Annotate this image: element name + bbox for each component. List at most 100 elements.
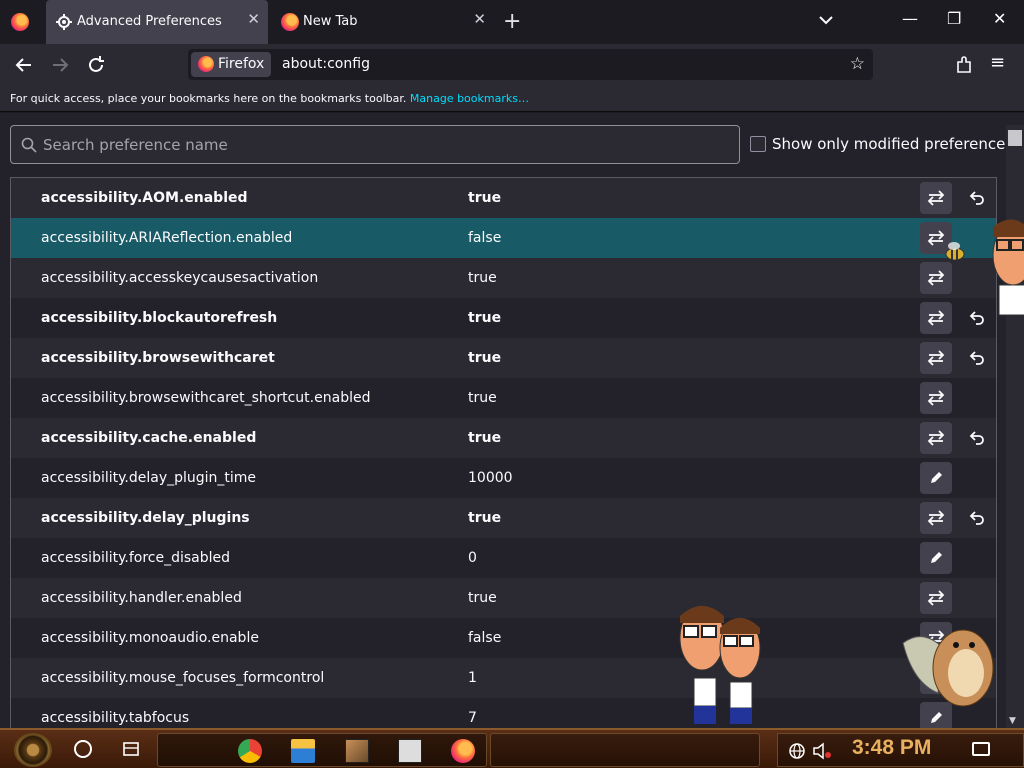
- tab-strip: Advanced Preferences ✕ New Tab ✕ + — ❐ ✕: [0, 0, 1024, 44]
- identity-box[interactable]: Firefox: [191, 52, 271, 77]
- toggle-arrows-icon: [927, 350, 945, 366]
- firefox-icon: [198, 56, 214, 72]
- scroll-down-arrow-icon[interactable]: ▼: [1009, 716, 1016, 726]
- extensions-icon[interactable]: [951, 52, 977, 78]
- speaker-muted-icon[interactable]: [812, 742, 832, 760]
- pref-row[interactable]: accessibility.browsewithcaret true: [11, 338, 996, 378]
- toggle-pref-button[interactable]: [920, 182, 952, 214]
- tab-new-tab[interactable]: New Tab ✕: [272, 0, 494, 44]
- toggle-pref-button[interactable]: [920, 302, 952, 334]
- minimize-button[interactable]: —: [902, 9, 918, 28]
- pref-row[interactable]: accessibility.blockautorefresh true: [11, 298, 996, 338]
- pref-name: accessibility.handler.enabled: [41, 590, 242, 606]
- notification-icon[interactable]: [972, 742, 990, 756]
- url-text[interactable]: about:config: [282, 56, 370, 72]
- toggle-pref-button[interactable]: [920, 502, 952, 534]
- url-bar[interactable]: Firefox about:config ☆: [188, 49, 873, 80]
- pref-row[interactable]: accessibility.tabfocus 7: [11, 698, 996, 728]
- pref-value: true: [468, 390, 497, 406]
- preferences-table: accessibility.AOM.enabled true accessibili…: [10, 177, 997, 728]
- pref-value: true: [468, 270, 497, 286]
- start-button[interactable]: [14, 733, 52, 767]
- toggle-pref-button[interactable]: [920, 342, 952, 374]
- search-icon: [21, 137, 37, 153]
- toggle-pref-button[interactable]: [920, 382, 952, 414]
- hamster-icon: [902, 629, 994, 707]
- reload-icon[interactable]: [83, 52, 109, 78]
- bookmark-star-icon[interactable]: ☆: [850, 54, 865, 74]
- pref-name: accessibility.accesskeycausesactivation: [41, 270, 319, 286]
- pref-row[interactable]: accessibility.accesskeycausesactivation t…: [11, 258, 996, 298]
- new-tab-button[interactable]: +: [503, 7, 521, 37]
- pref-row[interactable]: accessibility.mouse_focuses_formcontrol 1: [11, 658, 996, 698]
- game-icon[interactable]: [345, 739, 369, 763]
- pref-value: false: [468, 630, 502, 646]
- edit-pref-button[interactable]: [920, 542, 952, 574]
- scrollbar-thumb[interactable]: [1008, 130, 1022, 146]
- pref-value: true: [468, 310, 502, 326]
- pref-value: true: [468, 190, 502, 206]
- back-icon[interactable]: [11, 52, 37, 78]
- reset-pref-button[interactable]: [966, 188, 986, 208]
- pref-value: true: [468, 510, 502, 526]
- undo-icon: [969, 191, 984, 205]
- pref-value: true: [468, 430, 502, 446]
- reset-pref-button[interactable]: [966, 428, 986, 448]
- file-explorer-icon[interactable]: [291, 739, 315, 763]
- search-circle-icon[interactable]: [74, 740, 92, 758]
- about-config-page: Show only modified preferences accessibi…: [0, 113, 1024, 728]
- undo-icon: [969, 351, 984, 365]
- firefox-view-icon[interactable]: [11, 13, 29, 31]
- firefox-icon[interactable]: [451, 739, 475, 763]
- close-tab-icon[interactable]: ✕: [247, 10, 260, 28]
- pref-row[interactable]: accessibility.AOM.enabled true: [11, 178, 996, 218]
- chevron-down-icon[interactable]: [816, 10, 836, 30]
- reset-pref-button[interactable]: [966, 508, 986, 528]
- pref-name: accessibility.AOM.enabled: [41, 190, 248, 206]
- toggle-arrows-icon: [927, 310, 945, 326]
- pref-name: accessibility.browsewithcaret: [41, 350, 275, 366]
- edit-pref-button[interactable]: [920, 462, 952, 494]
- pref-row[interactable]: accessibility.delay_plugins true: [11, 498, 996, 538]
- tab-advanced-preferences[interactable]: Advanced Preferences ✕: [46, 0, 268, 44]
- forward-icon[interactable]: [47, 52, 73, 78]
- pref-name: accessibility.cache.enabled: [41, 430, 257, 446]
- toggle-arrows-icon: [927, 590, 945, 606]
- show-modified-toggle[interactable]: Show only modified preferences: [750, 135, 1013, 153]
- toggle-pref-button[interactable]: [920, 582, 952, 614]
- tab-label: Advanced Preferences: [77, 14, 222, 29]
- undo-icon: [969, 431, 984, 445]
- pencil-icon: [931, 472, 942, 483]
- pref-name: accessibility.force_disabled: [41, 550, 231, 566]
- bookmarks-hint-text: For quick access, place your bookmarks h…: [10, 92, 407, 105]
- pref-row[interactable]: accessibility.cache.enabled true: [11, 418, 996, 458]
- cartoon-character-icon: [992, 219, 1024, 316]
- pref-name: accessibility.ARIAReflection.enabled: [41, 230, 293, 246]
- pref-row[interactable]: accessibility.ARIAReflection.enabled fals…: [11, 218, 996, 258]
- undo-icon: [969, 311, 984, 325]
- app-menu-icon[interactable]: ≡: [990, 52, 1016, 78]
- reset-pref-button[interactable]: [966, 308, 986, 328]
- close-tab-icon[interactable]: ✕: [473, 10, 486, 28]
- reset-pref-button[interactable]: [966, 348, 986, 368]
- manage-bookmarks-link[interactable]: Manage bookmarks…: [410, 92, 529, 105]
- globe-icon[interactable]: [788, 742, 806, 760]
- show-modified-checkbox[interactable]: [750, 136, 766, 152]
- search-box[interactable]: [10, 125, 740, 164]
- task-view-icon[interactable]: [122, 740, 140, 758]
- pref-row[interactable]: accessibility.delay_plugin_time 10000: [11, 458, 996, 498]
- bookmarks-hint: For quick access, place your bookmarks h…: [10, 92, 529, 105]
- pref-row[interactable]: accessibility.browsewithcaret_shortcut.e…: [11, 378, 996, 418]
- maximize-button[interactable]: ❐: [947, 9, 961, 28]
- pref-row[interactable]: accessibility.handler.enabled true: [11, 578, 996, 618]
- pref-row[interactable]: accessibility.force_disabled 0: [11, 538, 996, 578]
- search-input[interactable]: [43, 134, 723, 156]
- toggle-pref-button[interactable]: [920, 422, 952, 454]
- toggle-arrows-icon: [927, 390, 945, 406]
- undo-icon: [969, 511, 984, 525]
- taskbar-clock[interactable]: 3:48 PM: [852, 736, 931, 760]
- media-icon[interactable]: [398, 739, 422, 763]
- chrome-icon[interactable]: [238, 739, 262, 763]
- pref-row[interactable]: accessibility.monoaudio.enable false: [11, 618, 996, 658]
- window-close-button[interactable]: ✕: [993, 9, 1006, 28]
